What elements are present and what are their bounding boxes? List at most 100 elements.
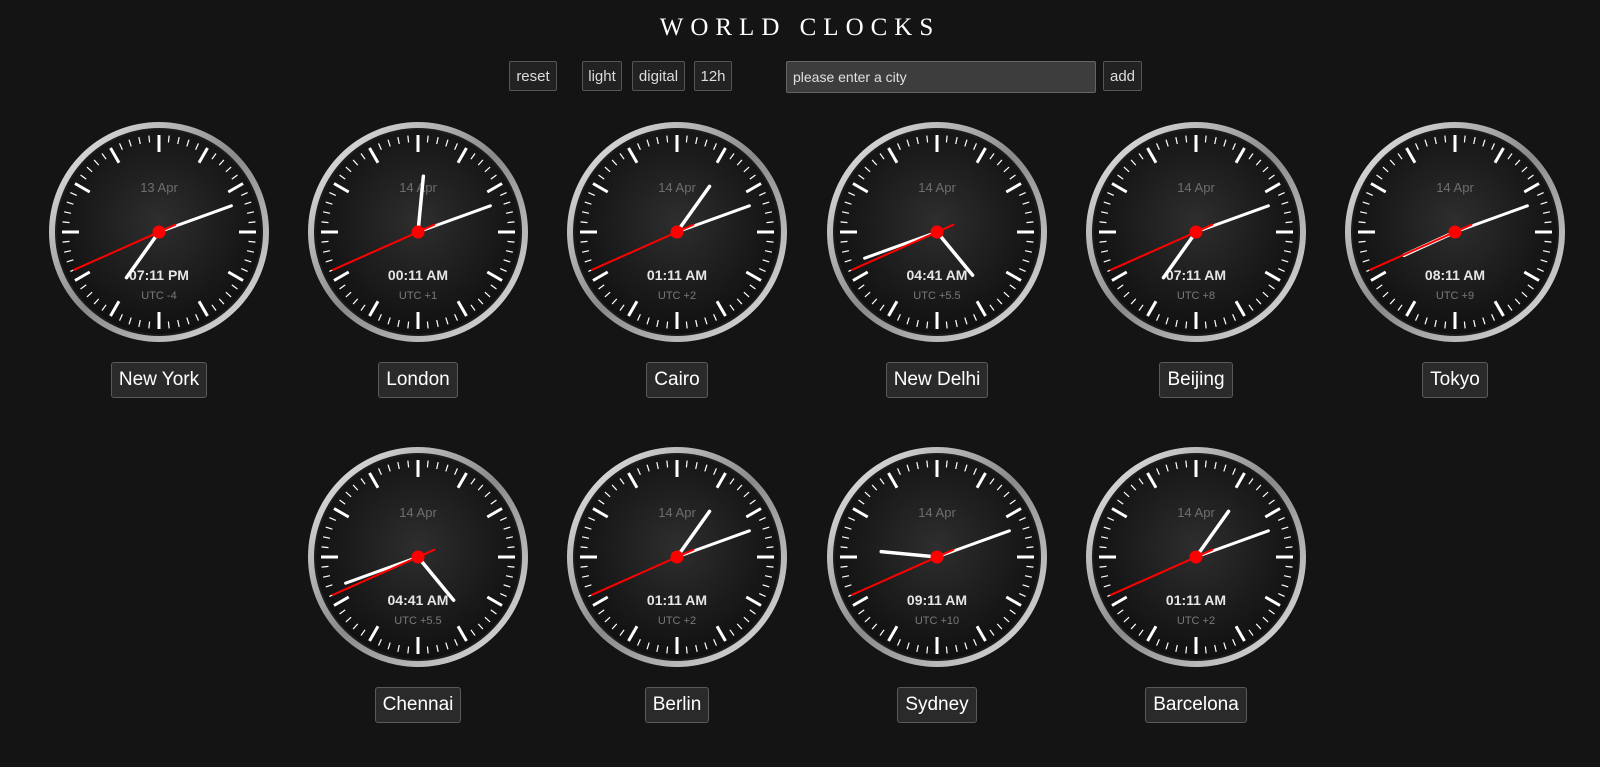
city-name-button[interactable]: Barcelona [1145, 687, 1247, 723]
clock-center-cap [930, 550, 944, 564]
clock-date: 14 Apr [1177, 505, 1215, 520]
city-name-button[interactable]: New Delhi [885, 362, 989, 398]
city-label: Tokyo [1325, 362, 1585, 398]
clock-card: 14 Apr 04:41 AM UTC +5.5 Chennai [288, 445, 548, 745]
minute-tick [840, 221, 848, 224]
clock-utc-offset: UTC +8 [1177, 290, 1215, 302]
minute-tick [766, 546, 774, 549]
minute-tick [766, 565, 774, 568]
clock-date: 14 Apr [399, 180, 437, 195]
city-name-button[interactable]: Tokyo [1422, 362, 1488, 398]
city-name-button[interactable]: New York [110, 362, 208, 398]
minute-tick [407, 460, 410, 468]
minute-tick [321, 240, 329, 243]
minute-tick [507, 546, 515, 549]
light-theme-button[interactable]: light [582, 61, 622, 91]
city-name-button[interactable]: Beijing [1159, 362, 1233, 398]
city-label: New Delhi [807, 362, 1067, 398]
minute-tick [321, 546, 329, 549]
minute-tick [1026, 565, 1034, 568]
minute-tick [666, 460, 669, 468]
clock-utc-offset: UTC -4 [141, 290, 176, 302]
digital-mode-button[interactable]: digital [632, 61, 685, 91]
minute-tick [926, 646, 929, 654]
clock-digital-time: 01:11 AM [647, 267, 707, 283]
analog-clock: 14 Apr 09:11 AM UTC +10 [827, 447, 1047, 667]
minute-tick [426, 646, 429, 654]
minute-tick [580, 546, 588, 549]
clock-card: 14 Apr 04:41 AM UTC +5.5 New Delhi [807, 120, 1067, 420]
clock-card: 14 Apr 00:11 AM UTC +1 London [288, 120, 548, 420]
clock-date: 14 Apr [1177, 180, 1215, 195]
clock-center-cap [1448, 225, 1462, 239]
minute-tick [1285, 221, 1293, 224]
add-city-button[interactable]: add [1103, 61, 1142, 91]
minute-tick [1026, 221, 1034, 224]
minute-tick [62, 221, 70, 224]
city-name-button[interactable]: Cairo [646, 362, 708, 398]
clock-digital-time: 01:11 AM [1166, 592, 1226, 608]
minute-tick [945, 646, 948, 654]
clock-card: 13 Apr 07:11 PM UTC -4 New York [29, 120, 289, 420]
minute-tick [580, 240, 588, 243]
reset-button[interactable]: reset [509, 61, 557, 91]
clock-digital-time: 04:41 AM [907, 267, 968, 283]
minute-tick [1185, 460, 1188, 468]
city-name-button[interactable]: Chennai [374, 687, 462, 723]
hour-format-button[interactable]: 12h [694, 61, 732, 91]
clock-card: 14 Apr 01:11 AM UTC +2 Cairo [547, 120, 807, 420]
minute-tick [1285, 546, 1293, 549]
analog-clock: 14 Apr 08:11 AM UTC +9 [1345, 122, 1565, 342]
clock-utc-offset: UTC +2 [1177, 615, 1215, 627]
minute-tick [248, 221, 256, 224]
clock-center-cap [411, 550, 425, 564]
minute-tick [926, 135, 929, 143]
minute-tick [666, 321, 669, 329]
clock-center-cap [411, 225, 425, 239]
clock-center-cap [930, 225, 944, 239]
minute-tick [1185, 321, 1188, 329]
minute-tick [62, 240, 70, 243]
city-label: London [288, 362, 548, 398]
minute-tick [407, 646, 410, 654]
minute-tick [685, 460, 688, 468]
minute-tick [945, 321, 948, 329]
minute-tick [321, 221, 329, 224]
clock-utc-offset: UTC +2 [658, 615, 696, 627]
city-name-button[interactable]: Berlin [644, 687, 710, 723]
minute-tick [685, 321, 688, 329]
city-label: Barcelona [1066, 687, 1326, 723]
minute-tick [321, 565, 329, 568]
minute-tick [840, 546, 848, 549]
minute-tick [1099, 221, 1107, 224]
minute-tick [507, 240, 515, 243]
clock-center-cap [152, 225, 166, 239]
city-label: Chennai [288, 687, 548, 723]
city-name-button[interactable]: Sydney [897, 687, 977, 723]
clock-center-cap [1189, 225, 1203, 239]
toolbar: reset light digital 12h add [0, 61, 1600, 93]
analog-clock: 14 Apr 04:41 AM UTC +5.5 [827, 122, 1047, 342]
clock-utc-offset: UTC +10 [915, 615, 959, 627]
city-label: Beijing [1066, 362, 1326, 398]
minute-tick [685, 135, 688, 143]
clock-digital-time: 04:41 AM [388, 592, 449, 608]
minute-tick [426, 321, 429, 329]
minute-tick [840, 240, 848, 243]
city-name-button[interactable]: London [378, 362, 458, 398]
minute-tick [148, 135, 151, 143]
analog-clock: 13 Apr 07:11 PM UTC -4 [49, 122, 269, 342]
clock-date: 14 Apr [1436, 180, 1474, 195]
minute-tick [507, 565, 515, 568]
minute-tick [426, 460, 429, 468]
clock-digital-time: 00:11 AM [388, 267, 448, 283]
clock-utc-offset: UTC +5.5 [394, 615, 441, 627]
minute-tick [1358, 240, 1366, 243]
analog-clock: 14 Apr 07:11 AM UTC +8 [1086, 122, 1306, 342]
minute-tick [1444, 135, 1447, 143]
minute-tick [426, 135, 429, 143]
city-input[interactable] [786, 61, 1096, 93]
minute-tick [766, 240, 774, 243]
minute-tick [926, 460, 929, 468]
clock-digital-time: 08:11 AM [1425, 267, 1485, 283]
